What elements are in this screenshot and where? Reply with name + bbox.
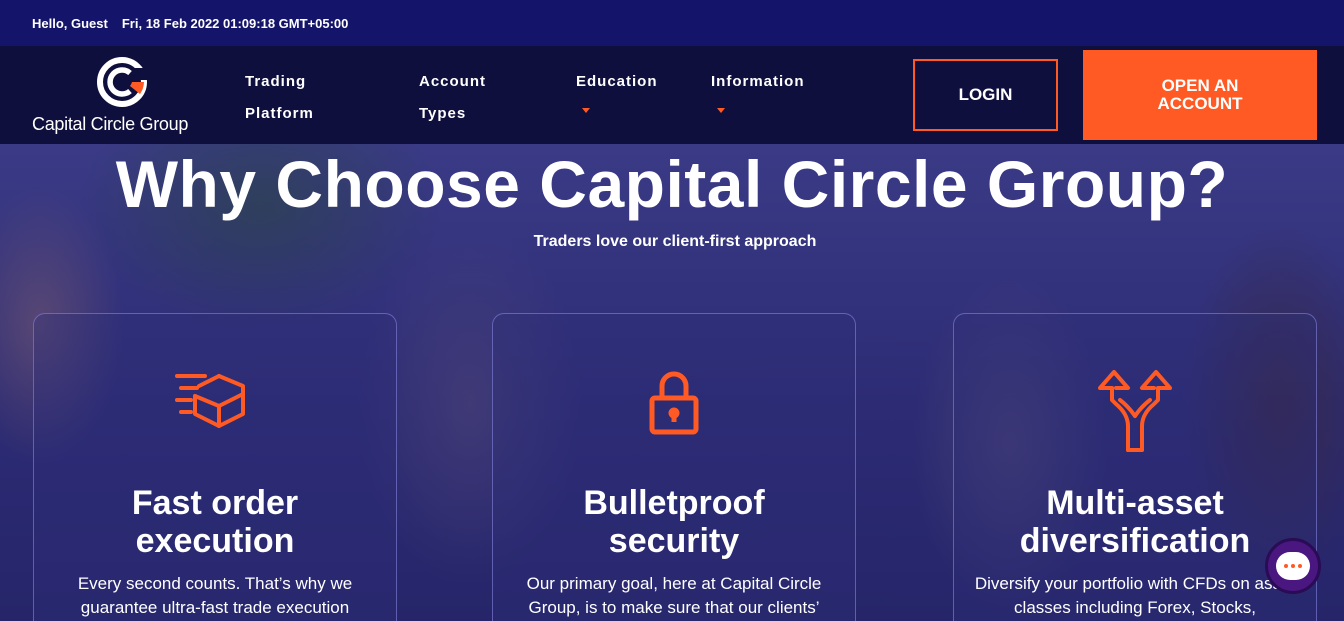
card-text: Diversify your portfolio with CFDs on as… bbox=[974, 574, 1296, 617]
feature-card: Bulletproof security Our primary goal, h… bbox=[492, 313, 856, 621]
datetime-text: Fri, 18 Feb 2022 01:09:18 GMT+05:00 bbox=[121, 15, 349, 31]
nav-item-trading-platform[interactable]: Trading Platform bbox=[245, 66, 365, 130]
nav-item-label: Education bbox=[576, 73, 658, 90]
nav-item-information[interactable]: Information bbox=[711, 66, 805, 113]
brand-name: Capital Circle Group bbox=[32, 114, 189, 134]
nav-item-label: Trading Platform bbox=[245, 73, 314, 122]
greeting-text: Hello, Guest bbox=[32, 15, 108, 31]
feature-card: Multi-asset diversification Diversify yo… bbox=[953, 313, 1317, 621]
card-title: Bulletproof security bbox=[583, 484, 765, 560]
nav-item-account-types[interactable]: Account Types bbox=[419, 66, 509, 130]
login-button[interactable]: LOGIN bbox=[913, 59, 1058, 131]
open-account-button[interactable]: OPEN AN ACCOUNT bbox=[1083, 50, 1317, 140]
feature-card: Fast order execution Every second counts… bbox=[33, 313, 397, 621]
card-title: Multi-asset diversification bbox=[1019, 484, 1251, 560]
chat-bubble-icon bbox=[1276, 552, 1310, 580]
hero-subtitle: Traders love our client-first approach bbox=[533, 233, 817, 250]
nav-item-label: Information bbox=[711, 73, 805, 90]
split-arrows-icon bbox=[1098, 370, 1172, 452]
caret-down-icon bbox=[582, 108, 590, 113]
caret-down-icon bbox=[717, 108, 725, 113]
top-bar: Hello, Guest Fri, 18 Feb 2022 01:09:18 G… bbox=[0, 0, 1344, 46]
hero-title: Why Choose Capital Circle Group? bbox=[115, 147, 1229, 221]
open-account-label: OPEN AN ACCOUNT bbox=[1157, 76, 1243, 113]
nav-item-education[interactable]: Education bbox=[576, 66, 658, 113]
chat-button[interactable] bbox=[1265, 538, 1321, 594]
nav-item-label: Account Types bbox=[419, 73, 486, 122]
card-text: Every second counts. That’s why we guara… bbox=[77, 574, 353, 617]
capital-circle-logo-icon bbox=[97, 57, 148, 107]
card-text: Our primary goal, here at Capital Circle… bbox=[526, 574, 822, 617]
fast-delivery-box-icon bbox=[175, 374, 245, 428]
card-title: Fast order execution bbox=[131, 484, 299, 560]
lock-icon bbox=[649, 371, 699, 435]
main-nav: Capital Circle Group Trading Platform Ac… bbox=[0, 46, 1344, 144]
brand-logo[interactable]: Capital Circle Group bbox=[30, 56, 215, 136]
hero-section: Why Choose Capital Circle Group? Traders… bbox=[0, 144, 1344, 621]
